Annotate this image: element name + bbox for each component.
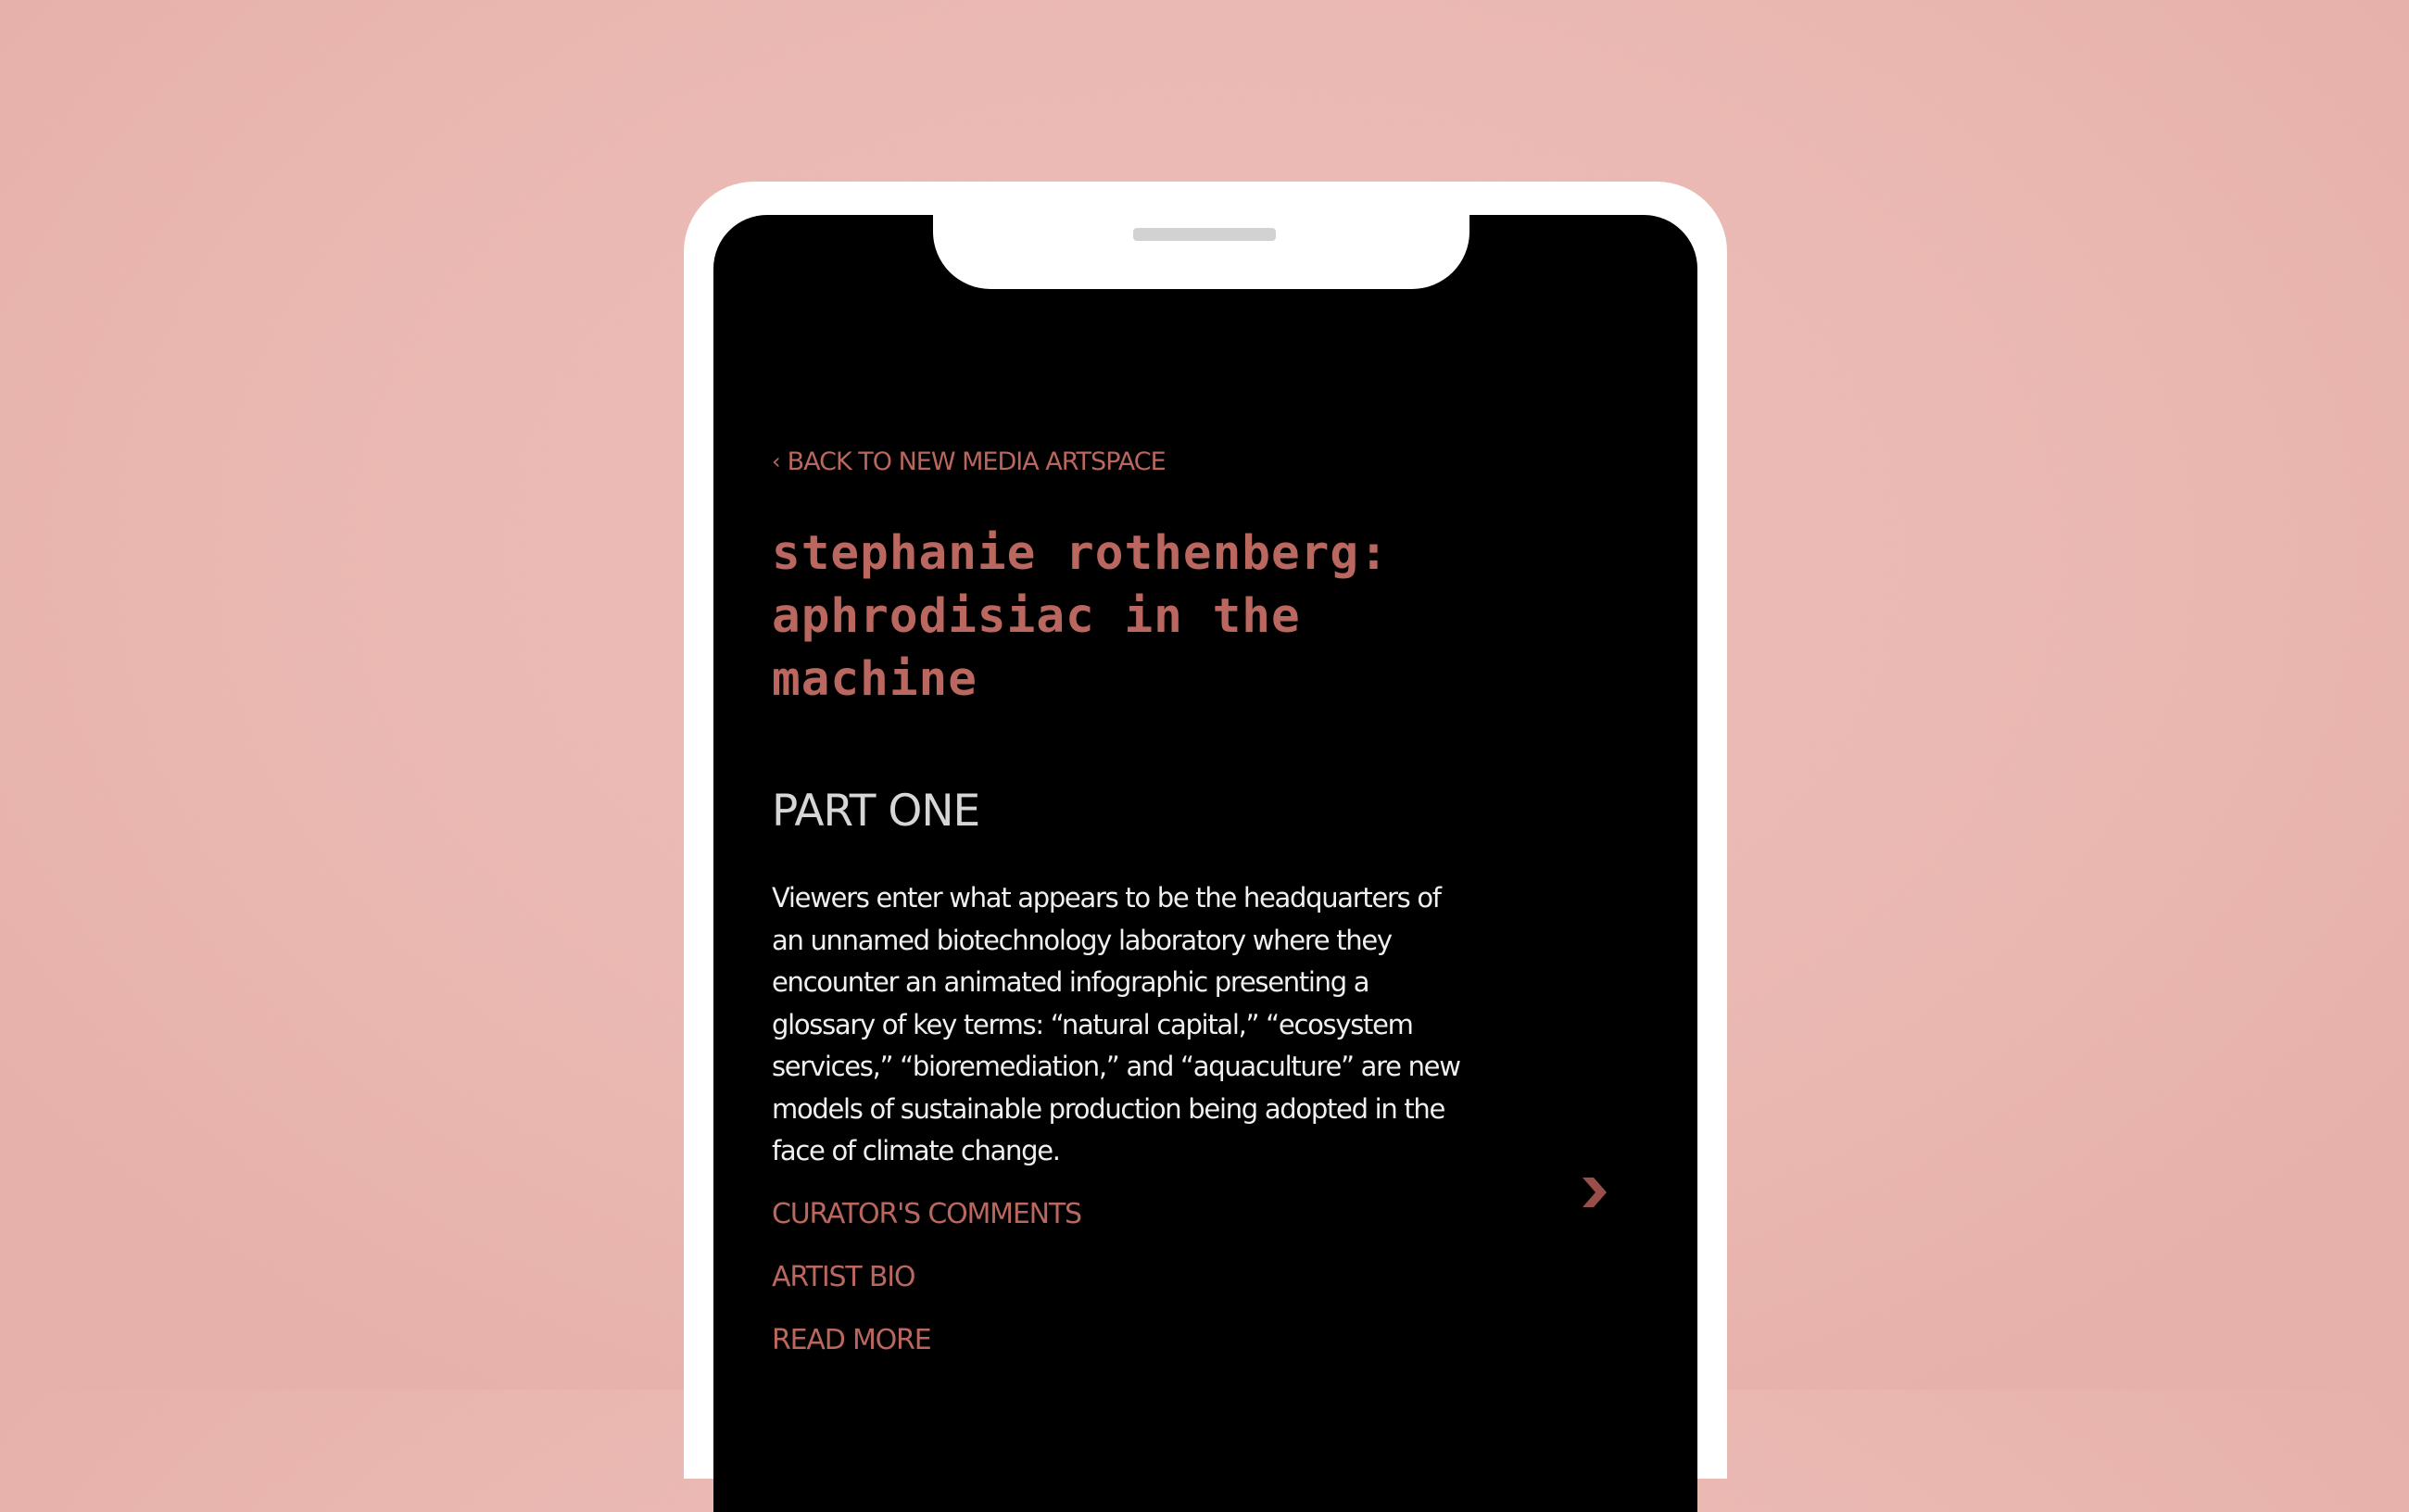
phone-screen: ‹ BACK TO NEW MEDIA ARTSPACE stephanie r…	[713, 215, 1697, 1512]
description-line: an unnamed biotechnology laboratory wher…	[772, 924, 1393, 956]
speaker-grille	[1133, 228, 1276, 241]
chevron-right-icon[interactable]	[1573, 1174, 1610, 1211]
page-title: stephanie rothenberg: aphrodisiac in the…	[772, 523, 1476, 712]
section-heading: PART ONE	[772, 786, 980, 837]
chevron-left-icon: ‹	[772, 448, 781, 474]
page-title-line-2: aphrodisiac in the machine	[772, 589, 1301, 707]
curators-comments-link[interactable]: CURATOR'S COMMENTS	[772, 1196, 1476, 1259]
page-content: ‹ BACK TO NEW MEDIA ARTSPACE stephanie r…	[772, 443, 1476, 1385]
page-title-line-1: stephanie rothenberg:	[772, 526, 1389, 581]
phone-frame: ‹ BACK TO NEW MEDIA ARTSPACE stephanie r…	[684, 182, 1727, 1512]
description-line: models of sustainable production being a…	[772, 1092, 1445, 1125]
description-line: glossary of key terms: “natural capital,…	[772, 1008, 1414, 1040]
description-line: encounter an animated infographic presen…	[772, 966, 1370, 998]
back-link[interactable]: ‹ BACK TO NEW MEDIA ARTSPACE	[772, 443, 1476, 480]
description-line: face of climate change.	[772, 1135, 1061, 1166]
description-text: Viewers enter what appears to be the hea…	[772, 877, 1476, 1173]
back-link-label: BACK TO NEW MEDIA ARTSPACE	[787, 447, 1167, 476]
read-more-link[interactable]: READ MORE	[772, 1322, 1476, 1385]
artist-bio-link[interactable]: ARTIST BIO	[772, 1259, 1476, 1322]
phone-notch	[933, 215, 1469, 289]
link-list: CURATOR'S COMMENTS ARTIST BIO READ MORE	[772, 1196, 1476, 1385]
description-line: Viewers enter what appears to be the hea…	[772, 882, 1442, 914]
description-line: services,” “bioremediation,” and “aquacu…	[772, 1051, 1461, 1082]
